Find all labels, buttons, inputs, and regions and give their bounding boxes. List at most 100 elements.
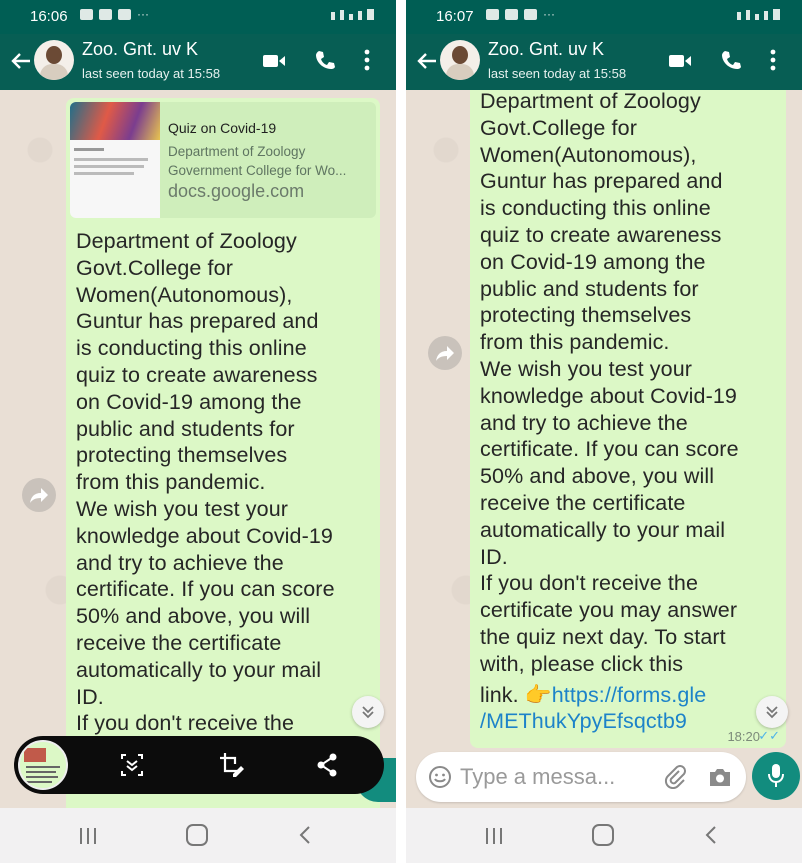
pointing-hand-emoji: 👉 (524, 682, 552, 707)
status-bar: 16:06 ··· (0, 0, 396, 34)
message-line: public and students for (76, 416, 295, 441)
recents-icon[interactable] (484, 827, 504, 845)
back-arrow-icon[interactable] (416, 50, 438, 72)
camera-icon[interactable] (708, 766, 732, 788)
emoji-icon[interactable] (428, 765, 452, 789)
chat-header: Zoo. Gnt. uv K last seen today at 15:58 (406, 34, 802, 90)
nav-back-icon[interactable] (298, 825, 312, 845)
video-call-icon[interactable] (262, 52, 286, 70)
phone-call-icon[interactable] (720, 49, 742, 71)
crop-edit-icon[interactable] (219, 752, 245, 778)
preview-description: Department of Zoology Government College… (168, 142, 372, 180)
forward-arrow-icon (436, 346, 454, 361)
scroll-to-bottom-button[interactable] (352, 696, 384, 728)
message-line: 50% and above, you will (480, 464, 715, 489)
preview-desc-line: Department of Zoology (168, 144, 306, 159)
contact-name[interactable]: Zoo. Gnt. uv K (82, 39, 198, 60)
message-line: with, please click this (480, 651, 684, 676)
back-arrow-icon[interactable] (10, 50, 32, 72)
more-options-icon[interactable] (364, 49, 370, 71)
double-chevron-down-icon (362, 706, 374, 719)
message-bubble[interactable]: Department of Zoology Govt.College for W… (470, 90, 786, 748)
alarm-icon (737, 12, 741, 20)
phone-call-icon[interactable] (314, 49, 336, 71)
link-preview-card[interactable]: Quiz on Covid-19 Department of Zoology G… (70, 102, 376, 218)
message-line: Women(Autonomous), (480, 142, 697, 167)
signal-bars-icon (755, 14, 759, 20)
message-line: knowledge about Covid-19 (76, 523, 333, 548)
share-icon[interactable] (316, 753, 338, 777)
message-line: Guntur has prepared and (76, 309, 319, 334)
android-nav-bar (0, 808, 396, 863)
heart-notification-icon (118, 9, 131, 20)
message-line: ID. (480, 544, 508, 569)
status-bar: 16:07 ··· (406, 0, 802, 34)
link-prefix: link. (480, 682, 525, 707)
mute-icon (746, 10, 750, 20)
forward-button[interactable] (22, 478, 56, 512)
message-text: Department of Zoology Govt.College for W… (76, 228, 335, 737)
forward-button[interactable] (428, 336, 462, 370)
scroll-capture-icon[interactable] (120, 753, 144, 777)
last-seen-status: last seen today at 15:58 (488, 66, 627, 81)
forms-link-part1[interactable]: https://forms.gle (552, 683, 707, 707)
thumbnail-text-line (74, 165, 144, 168)
screenshot-thumbnail[interactable] (18, 740, 68, 790)
contact-name[interactable]: Zoo. Gnt. uv K (488, 39, 604, 60)
contact-avatar[interactable] (440, 40, 480, 80)
message-line: the quiz next day. To start (480, 624, 726, 649)
home-icon[interactable] (592, 824, 614, 846)
preview-desc-line: Government College for Wo... (168, 163, 347, 178)
message-line: public and students for (480, 276, 699, 301)
form-banner-image (70, 102, 160, 140)
system-status-icons (331, 9, 374, 20)
scroll-to-bottom-button[interactable] (756, 696, 788, 728)
preview-thumbnail (70, 102, 160, 218)
video-call-icon[interactable] (668, 52, 692, 70)
gallery-notification-icon (80, 9, 93, 20)
more-options-icon[interactable] (770, 49, 776, 71)
read-receipt-icon: ✓✓ (758, 728, 780, 743)
gallery-notification-icon (486, 9, 499, 20)
mute-icon (340, 10, 344, 20)
last-seen-status: last seen today at 15:58 (82, 66, 221, 81)
contact-avatar[interactable] (34, 40, 74, 80)
message-line: quiz to create awareness (480, 222, 722, 247)
status-time: 16:06 (30, 8, 68, 25)
message-line: receive the certificate (76, 630, 282, 655)
message-line: quiz to create awareness (76, 362, 318, 387)
message-line: certificate. If you can score (480, 437, 739, 462)
message-line: certificate you may answer (480, 598, 738, 623)
notification-icons: ··· (486, 7, 555, 21)
message-text: Department of Zoology Govt.College for W… (480, 90, 739, 735)
right-screenshot: 16:07 ··· Zoo. Gnt. uv K last seen today… (406, 0, 802, 863)
message-bubble[interactable]: Quiz on Covid-19 Department of Zoology G… (66, 98, 380, 818)
mic-button[interactable] (752, 752, 800, 800)
message-line: from this pandemic. (76, 470, 266, 495)
more-notifications-indicator: ··· (543, 7, 555, 21)
thumbnail-text-line (74, 148, 104, 151)
message-line: from this pandemic. (480, 330, 670, 355)
thumbnail-text-line (74, 158, 148, 161)
message-line: Department of Zoology (76, 229, 297, 253)
message-line: certificate. If you can score (76, 577, 335, 602)
message-line: Govt.College for (480, 115, 637, 140)
message-line: is conducting this online (480, 196, 711, 221)
recents-icon[interactable] (78, 827, 98, 845)
android-nav-bar (406, 808, 802, 863)
message-input[interactable] (460, 762, 650, 792)
forms-link-part2[interactable]: /METhukYpyEfsqctb9 (480, 708, 739, 735)
screenshot-toolbar (14, 736, 384, 794)
left-screenshot: 16:06 ··· Zoo. Gnt. uv K last seen today… (0, 0, 396, 863)
home-icon[interactable] (186, 824, 208, 846)
message-line: Department of Zoology (480, 90, 701, 113)
youtube-notification-icon (505, 9, 518, 20)
message-timestamp: 18:20 (727, 729, 760, 744)
nav-back-icon[interactable] (704, 825, 718, 845)
message-line: ID. (76, 684, 104, 709)
microphone-icon (768, 764, 784, 787)
paperclip-icon[interactable] (664, 765, 686, 789)
system-status-icons (737, 9, 780, 20)
message-line: 50% and above, you will (76, 604, 311, 629)
message-line: on Covid-19 among the (76, 389, 302, 414)
